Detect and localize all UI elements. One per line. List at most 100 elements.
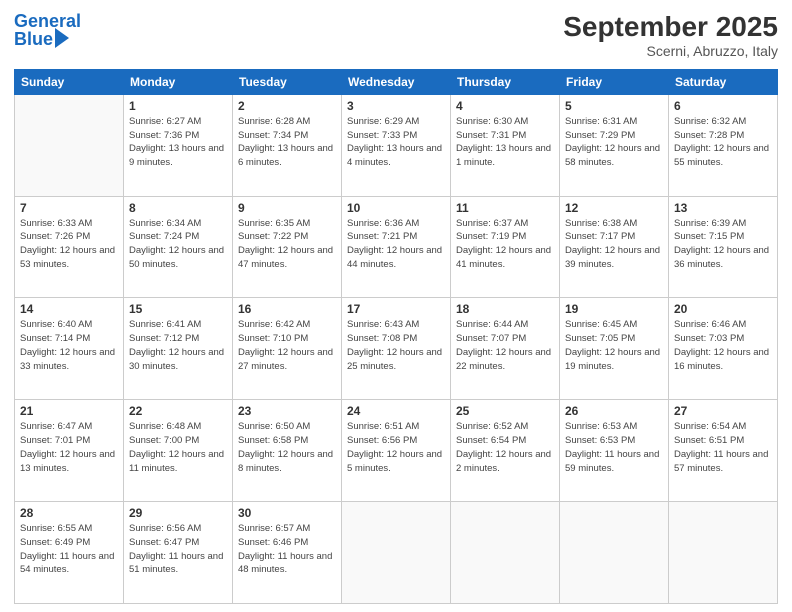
calendar-header-sunday: Sunday bbox=[15, 69, 124, 94]
calendar-cell: 18 Sunrise: 6:44 AMSunset: 7:07 PMDayligh… bbox=[451, 298, 560, 400]
header: General Blue September 2025 Scerni, Abru… bbox=[14, 12, 778, 59]
calendar-cell: 6Sunrise: 6:32 AMSunset: 7:28 PMDaylight… bbox=[669, 94, 778, 196]
day-number: 14 bbox=[20, 302, 118, 316]
day-info: Sunrise: 6:51 AMSunset: 6:56 PMDaylight:… bbox=[347, 420, 445, 475]
day-number: 16 bbox=[238, 302, 336, 316]
day-number: 11 bbox=[456, 201, 554, 215]
calendar-cell: 5Sunrise: 6:31 AMSunset: 7:29 PMDaylight… bbox=[560, 94, 669, 196]
day-number: 15 bbox=[129, 302, 227, 316]
day-number: 10 bbox=[347, 201, 445, 215]
calendar-header-wednesday: Wednesday bbox=[342, 69, 451, 94]
day-info: Sunrise: 6:35 AMSunset: 7:22 PMDaylight:… bbox=[238, 217, 336, 272]
calendar-header-tuesday: Tuesday bbox=[233, 69, 342, 94]
day-info: Sunrise: 6:47 AMSunset: 7:01 PMDaylight:… bbox=[20, 420, 118, 475]
calendar-week-row: 1 Sunrise: 6:27 AMSunset: 7:36 PMDaylight… bbox=[15, 94, 778, 196]
day-number: 6 bbox=[674, 99, 772, 113]
day-info: Sunrise: 6:52 AMSunset: 6:54 PMDaylight:… bbox=[456, 420, 554, 475]
calendar-cell bbox=[342, 502, 451, 604]
day-number: 8 bbox=[129, 201, 227, 215]
day-number: 22 bbox=[129, 404, 227, 418]
day-info: Sunrise: 6:39 AMSunset: 7:15 PMDaylight:… bbox=[674, 217, 772, 272]
calendar-cell: 25 Sunrise: 6:52 AMSunset: 6:54 PMDayligh… bbox=[451, 400, 560, 502]
day-info: Sunrise: 6:48 AMSunset: 7:00 PMDaylight:… bbox=[129, 420, 227, 475]
day-info: Sunrise: 6:37 AMSunset: 7:19 PMDaylight:… bbox=[456, 217, 554, 272]
day-number: 4 bbox=[456, 99, 554, 113]
day-info: Sunrise: 6:55 AMSunset: 6:49 PMDaylight:… bbox=[20, 522, 118, 577]
calendar-cell: 21Sunrise: 6:47 AMSunset: 7:01 PMDayligh… bbox=[15, 400, 124, 502]
day-number: 26 bbox=[565, 404, 663, 418]
calendar-cell: 7Sunrise: 6:33 AMSunset: 7:26 PMDaylight… bbox=[15, 196, 124, 298]
calendar-cell: 8 Sunrise: 6:34 AMSunset: 7:24 PMDaylight… bbox=[124, 196, 233, 298]
day-number: 27 bbox=[674, 404, 772, 418]
calendar-cell: 11 Sunrise: 6:37 AMSunset: 7:19 PMDayligh… bbox=[451, 196, 560, 298]
calendar-cell bbox=[560, 502, 669, 604]
calendar-cell: 14 Sunrise: 6:40 AMSunset: 7:14 PMDayligh… bbox=[15, 298, 124, 400]
day-info: Sunrise: 6:57 AMSunset: 6:46 PMDaylight:… bbox=[238, 522, 336, 577]
day-number: 7 bbox=[20, 201, 118, 215]
calendar-cell: 23Sunrise: 6:50 AMSunset: 6:58 PMDayligh… bbox=[233, 400, 342, 502]
day-info: Sunrise: 6:53 AMSunset: 6:53 PMDaylight:… bbox=[565, 420, 663, 475]
day-number: 20 bbox=[674, 302, 772, 316]
calendar-cell: 1 Sunrise: 6:27 AMSunset: 7:36 PMDaylight… bbox=[124, 94, 233, 196]
day-number: 1 bbox=[129, 99, 227, 113]
day-info: Sunrise: 6:44 AMSunset: 7:07 PMDaylight:… bbox=[456, 318, 554, 373]
calendar-cell bbox=[15, 94, 124, 196]
calendar-cell: 3 Sunrise: 6:29 AMSunset: 7:33 PMDaylight… bbox=[342, 94, 451, 196]
day-info: Sunrise: 6:34 AMSunset: 7:24 PMDaylight:… bbox=[129, 217, 227, 272]
day-info: Sunrise: 6:28 AMSunset: 7:34 PMDaylight:… bbox=[238, 115, 336, 170]
calendar-cell: 15 Sunrise: 6:41 AMSunset: 7:12 PMDayligh… bbox=[124, 298, 233, 400]
day-info: Sunrise: 6:31 AMSunset: 7:29 PMDaylight:… bbox=[565, 115, 663, 170]
day-info: Sunrise: 6:27 AMSunset: 7:36 PMDaylight:… bbox=[129, 115, 227, 170]
day-number: 17 bbox=[347, 302, 445, 316]
logo: General Blue bbox=[14, 12, 81, 48]
calendar-header-monday: Monday bbox=[124, 69, 233, 94]
day-info: Sunrise: 6:29 AMSunset: 7:33 PMDaylight:… bbox=[347, 115, 445, 170]
day-number: 29 bbox=[129, 506, 227, 520]
day-info: Sunrise: 6:42 AMSunset: 7:10 PMDaylight:… bbox=[238, 318, 336, 373]
day-info: Sunrise: 6:46 AMSunset: 7:03 PMDaylight:… bbox=[674, 318, 772, 373]
day-number: 13 bbox=[674, 201, 772, 215]
day-info: Sunrise: 6:45 AMSunset: 7:05 PMDaylight:… bbox=[565, 318, 663, 373]
day-number: 25 bbox=[456, 404, 554, 418]
month-title: September 2025 bbox=[563, 12, 778, 43]
calendar-cell: 10 Sunrise: 6:36 AMSunset: 7:21 PMDayligh… bbox=[342, 196, 451, 298]
calendar-cell: 16 Sunrise: 6:42 AMSunset: 7:10 PMDayligh… bbox=[233, 298, 342, 400]
calendar-cell: 9Sunrise: 6:35 AMSunset: 7:22 PMDaylight… bbox=[233, 196, 342, 298]
day-info: Sunrise: 6:41 AMSunset: 7:12 PMDaylight:… bbox=[129, 318, 227, 373]
calendar-cell: 20 Sunrise: 6:46 AMSunset: 7:03 PMDayligh… bbox=[669, 298, 778, 400]
day-info: Sunrise: 6:40 AMSunset: 7:14 PMDaylight:… bbox=[20, 318, 118, 373]
day-info: Sunrise: 6:54 AMSunset: 6:51 PMDaylight:… bbox=[674, 420, 772, 475]
day-number: 2 bbox=[238, 99, 336, 113]
page-container: General Blue September 2025 Scerni, Abru… bbox=[0, 0, 792, 612]
calendar-cell: 12Sunrise: 6:38 AMSunset: 7:17 PMDayligh… bbox=[560, 196, 669, 298]
calendar-cell: 29 Sunrise: 6:56 AMSunset: 6:47 PMDayligh… bbox=[124, 502, 233, 604]
calendar-cell: 4 Sunrise: 6:30 AMSunset: 7:31 PMDaylight… bbox=[451, 94, 560, 196]
calendar-week-row: 7Sunrise: 6:33 AMSunset: 7:26 PMDaylight… bbox=[15, 196, 778, 298]
day-info: Sunrise: 6:43 AMSunset: 7:08 PMDaylight:… bbox=[347, 318, 445, 373]
calendar-cell: 19 Sunrise: 6:45 AMSunset: 7:05 PMDayligh… bbox=[560, 298, 669, 400]
day-number: 18 bbox=[456, 302, 554, 316]
logo-text-blue: Blue bbox=[14, 30, 53, 48]
day-number: 3 bbox=[347, 99, 445, 113]
day-number: 23 bbox=[238, 404, 336, 418]
day-info: Sunrise: 6:30 AMSunset: 7:31 PMDaylight:… bbox=[456, 115, 554, 170]
calendar-cell bbox=[669, 502, 778, 604]
day-number: 24 bbox=[347, 404, 445, 418]
calendar-cell: 28Sunrise: 6:55 AMSunset: 6:49 PMDayligh… bbox=[15, 502, 124, 604]
calendar-week-row: 28Sunrise: 6:55 AMSunset: 6:49 PMDayligh… bbox=[15, 502, 778, 604]
day-number: 30 bbox=[238, 506, 336, 520]
calendar-header-saturday: Saturday bbox=[669, 69, 778, 94]
title-block: September 2025 Scerni, Abruzzo, Italy bbox=[563, 12, 778, 59]
calendar-header-row: SundayMondayTuesdayWednesdayThursdayFrid… bbox=[15, 69, 778, 94]
calendar-cell: 2 Sunrise: 6:28 AMSunset: 7:34 PMDaylight… bbox=[233, 94, 342, 196]
calendar-header-thursday: Thursday bbox=[451, 69, 560, 94]
calendar-table: SundayMondayTuesdayWednesdayThursdayFrid… bbox=[14, 69, 778, 604]
day-info: Sunrise: 6:56 AMSunset: 6:47 PMDaylight:… bbox=[129, 522, 227, 577]
calendar-cell: 13 Sunrise: 6:39 AMSunset: 7:15 PMDayligh… bbox=[669, 196, 778, 298]
calendar-cell: 26 Sunrise: 6:53 AMSunset: 6:53 PMDayligh… bbox=[560, 400, 669, 502]
calendar-cell: 27 Sunrise: 6:54 AMSunset: 6:51 PMDayligh… bbox=[669, 400, 778, 502]
calendar-cell bbox=[451, 502, 560, 604]
calendar-week-row: 14 Sunrise: 6:40 AMSunset: 7:14 PMDayligh… bbox=[15, 298, 778, 400]
day-number: 19 bbox=[565, 302, 663, 316]
day-info: Sunrise: 6:36 AMSunset: 7:21 PMDaylight:… bbox=[347, 217, 445, 272]
